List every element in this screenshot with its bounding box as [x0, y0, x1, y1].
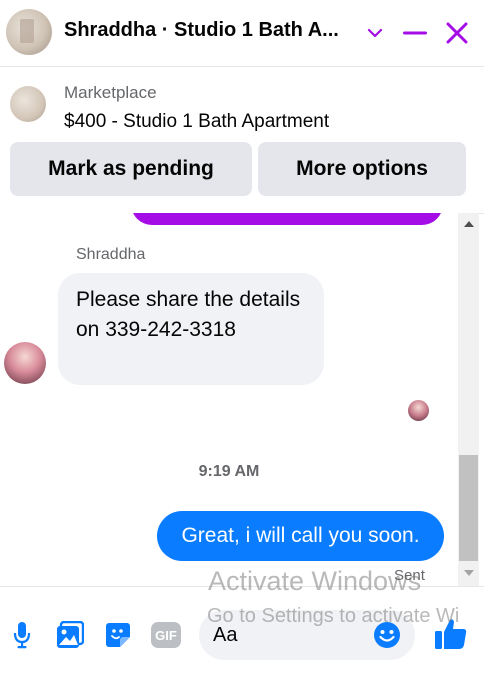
- sticker-icon[interactable]: [103, 620, 133, 650]
- message-input[interactable]: [213, 622, 368, 648]
- contact-avatar[interactable]: [6, 9, 52, 55]
- mark-as-pending-button[interactable]: Mark as pending: [10, 142, 252, 196]
- message-status: Sent: [394, 567, 425, 584]
- listing-thumbnail[interactable]: [10, 86, 46, 122]
- chat-scrollbar[interactable]: [458, 213, 479, 586]
- incoming-message-text: Please share the details on 339-242-3318: [76, 288, 301, 341]
- scrollbar-thumb[interactable]: [459, 455, 478, 561]
- more-options-button[interactable]: More options: [258, 142, 466, 196]
- outgoing-message-bubble[interactable]: Great, i will call you soon.: [157, 511, 444, 561]
- marketplace-label: Marketplace: [64, 83, 157, 102]
- message-timestamp: 9:19 AM: [198, 463, 260, 480]
- message-composer[interactable]: [199, 610, 415, 660]
- emoji-icon[interactable]: [373, 621, 401, 649]
- chat-header: Shraddha · Studio 1 Bath A...: [0, 0, 484, 67]
- close-icon[interactable]: [441, 17, 473, 49]
- sender-name: Shraddha: [76, 246, 146, 263]
- scroll-down-arrow-icon[interactable]: [464, 570, 474, 576]
- gif-icon[interactable]: GIF: [151, 620, 181, 650]
- thumbs-up-icon[interactable]: [433, 616, 469, 652]
- message-list[interactable]: Shraddha Please share the details on 339…: [0, 213, 458, 586]
- outgoing-message-text: Great, i will call you soon.: [181, 524, 420, 547]
- previous-message-bubble: [131, 213, 443, 225]
- svg-text:GIF: GIF: [155, 628, 177, 643]
- photo-icon[interactable]: [55, 620, 85, 650]
- microphone-icon[interactable]: [7, 620, 37, 650]
- listing-title[interactable]: $400 - Studio 1 Bath Apartment: [64, 111, 329, 133]
- marketplace-panel: Marketplace $400 - Studio 1 Bath Apartme…: [0, 67, 484, 214]
- chat-title[interactable]: Shraddha · Studio 1 Bath A...: [64, 19, 339, 42]
- sender-avatar[interactable]: [4, 342, 46, 384]
- minimize-icon[interactable]: [399, 17, 431, 49]
- chevron-down-icon[interactable]: [359, 17, 391, 49]
- composer-bar: GIF: [0, 586, 484, 674]
- scroll-up-arrow-icon[interactable]: [464, 221, 474, 227]
- seen-avatar: [408, 400, 429, 421]
